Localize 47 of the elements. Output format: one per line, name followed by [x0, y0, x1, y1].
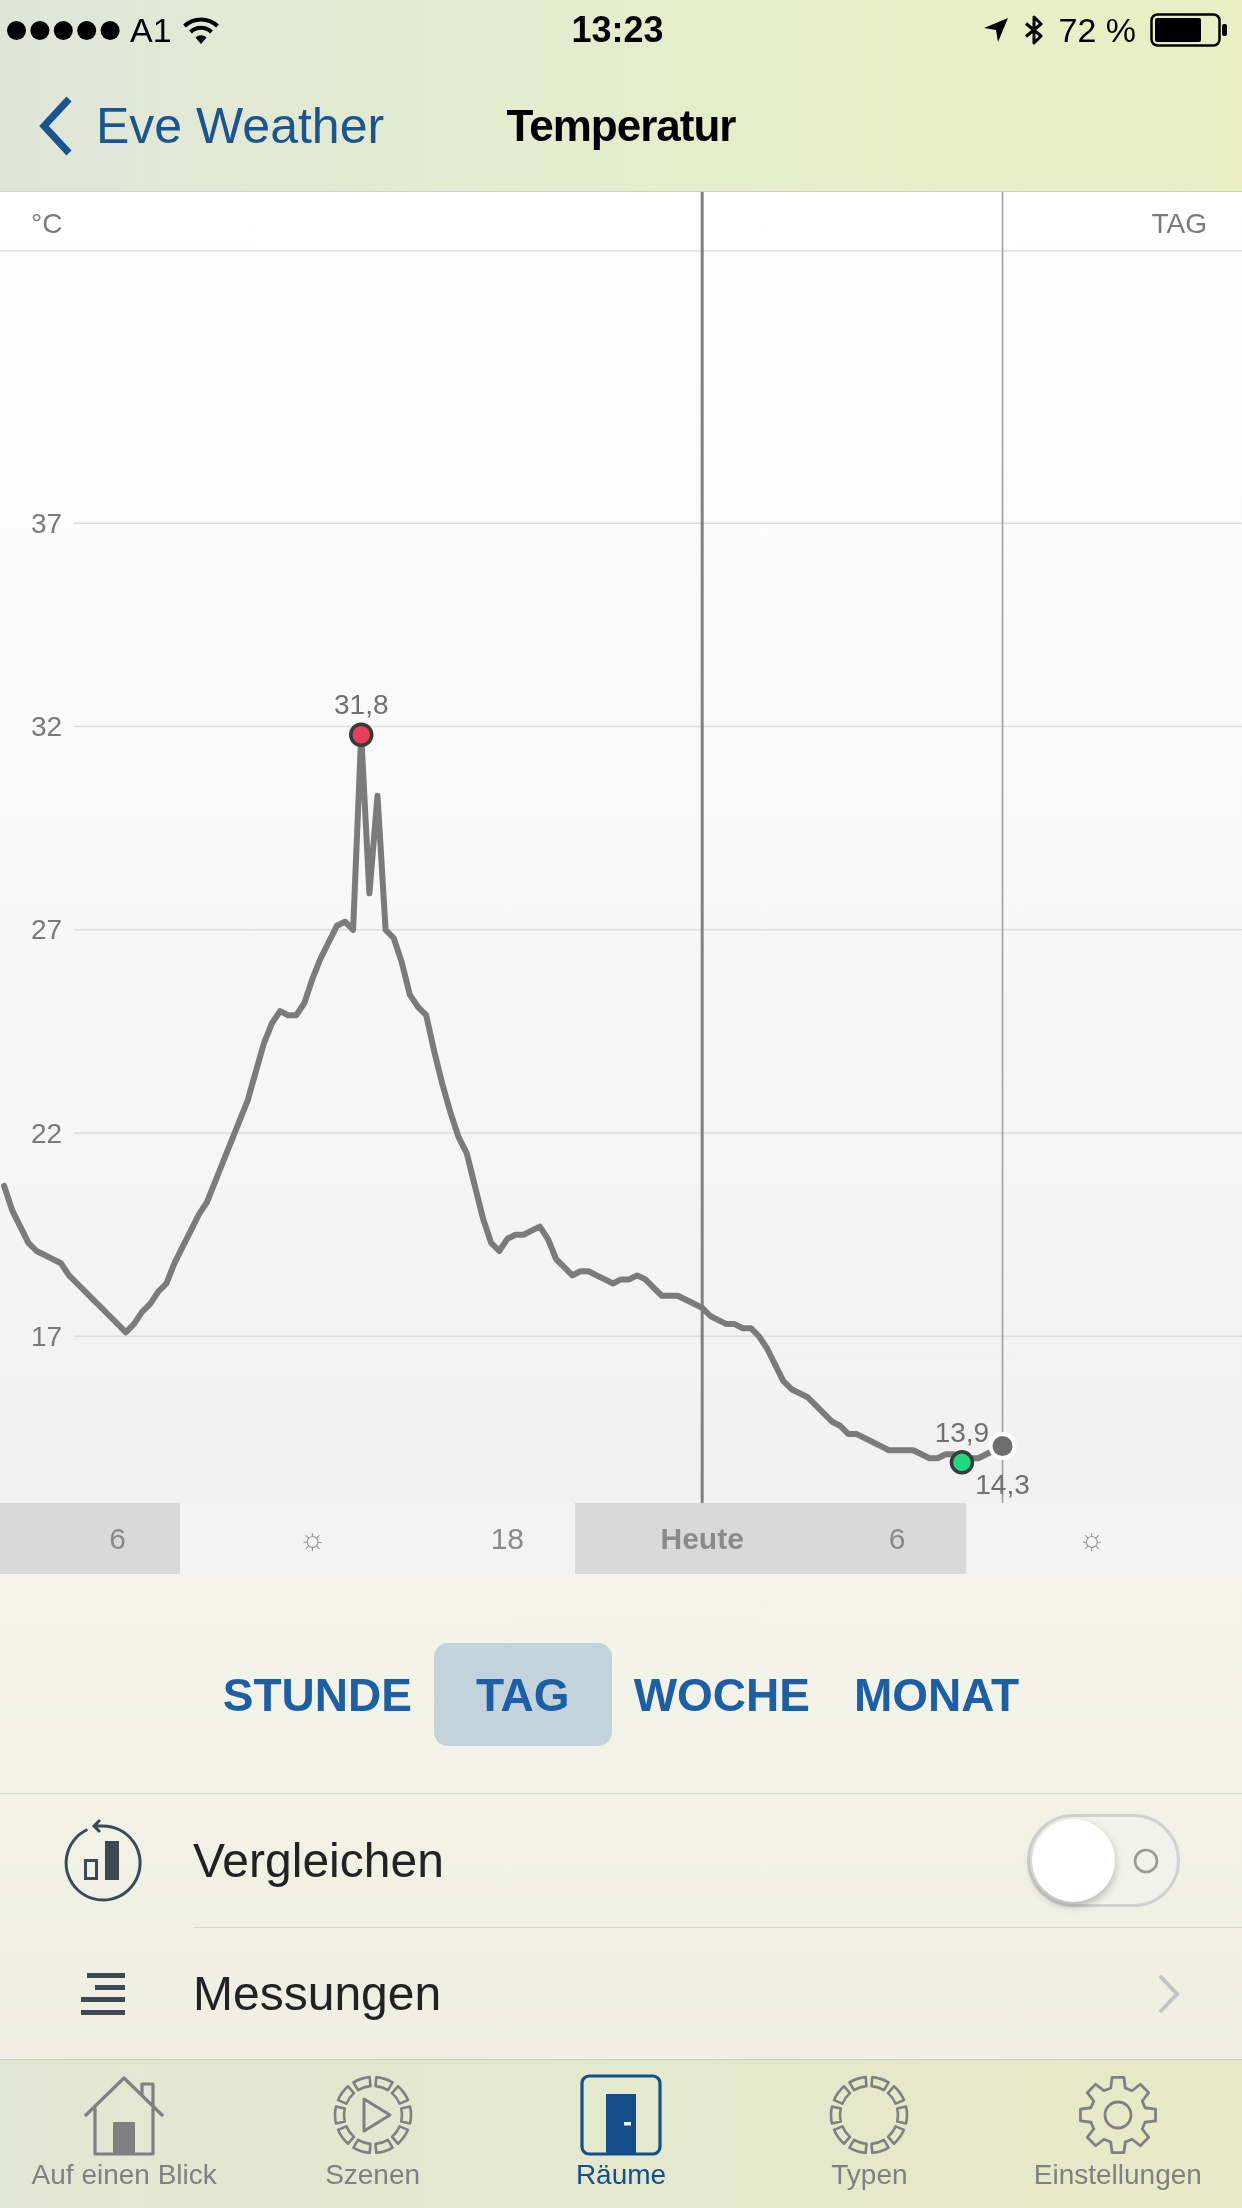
wifi-icon: [181, 16, 220, 44]
x-tick-label: ☼: [1078, 1522, 1106, 1555]
value-label: 31,8: [334, 689, 389, 721]
compare-label: Vergleichen: [193, 1833, 444, 1888]
tab-bar-item[interactable]: Einstellungen: [993, 2060, 1242, 2208]
max-marker-icon: [349, 722, 374, 747]
range-tab[interactable]: MONAT: [831, 1643, 1042, 1746]
battery-icon: [1150, 13, 1228, 47]
range-tab[interactable]: TAG: [433, 1643, 612, 1746]
x-tick-label: 6: [109, 1522, 127, 1555]
tab-bar-item[interactable]: Räume: [496, 2060, 746, 2208]
y-tick-label: 37: [31, 507, 63, 539]
tab-bar-item[interactable]: Typen: [745, 2060, 994, 2208]
battery-percentage: 72 %: [1058, 10, 1136, 50]
list-icon: [81, 1972, 125, 2015]
x-tick-label: ☼: [298, 1522, 327, 1555]
page-title: Temperatur: [506, 100, 736, 151]
y-tick-label: 32: [31, 711, 63, 743]
x-tick-label: 6: [888, 1522, 906, 1555]
back-button[interactable]: Eve Weather: [0, 94, 391, 157]
tab-bar-item[interactable]: Szenen: [248, 2060, 497, 2208]
current-marker-icon: [988, 1432, 1017, 1461]
status-time: 13:23: [571, 9, 664, 51]
chevron-right-icon[interactable]: [1158, 1973, 1180, 2014]
x-tick-label: 18: [490, 1522, 525, 1555]
carrier-name: A1: [130, 10, 172, 50]
tab-bar-item[interactable]: Auf einen Blick: [0, 2060, 249, 2208]
y-tick-label: 22: [31, 1117, 63, 1149]
y-tick-label: 27: [31, 914, 63, 946]
measurements-label: Messungen: [193, 1966, 442, 2021]
range-label: TAG: [1151, 207, 1207, 239]
min-marker-icon: [949, 1450, 975, 1475]
value-label: 13,9: [934, 1416, 990, 1448]
house-icon: [82, 2074, 167, 2156]
x-tick-label: Heute: [660, 1522, 744, 1555]
bluetooth-icon: [1022, 15, 1045, 45]
door-icon: [580, 2074, 662, 2156]
segmented-ring-icon: [828, 2074, 911, 2156]
signal-strength-icon: [7, 20, 120, 40]
y-tick-label: 17: [31, 1320, 63, 1352]
location-arrow-icon: [982, 17, 1009, 43]
unit-label: °C: [31, 207, 63, 239]
range-tab[interactable]: STUNDE: [200, 1643, 434, 1746]
back-chevron-icon: [38, 94, 74, 157]
off-indicator-icon: [1133, 1847, 1159, 1874]
gear-icon: [1076, 2074, 1159, 2156]
range-tab[interactable]: WOCHE: [611, 1643, 832, 1746]
